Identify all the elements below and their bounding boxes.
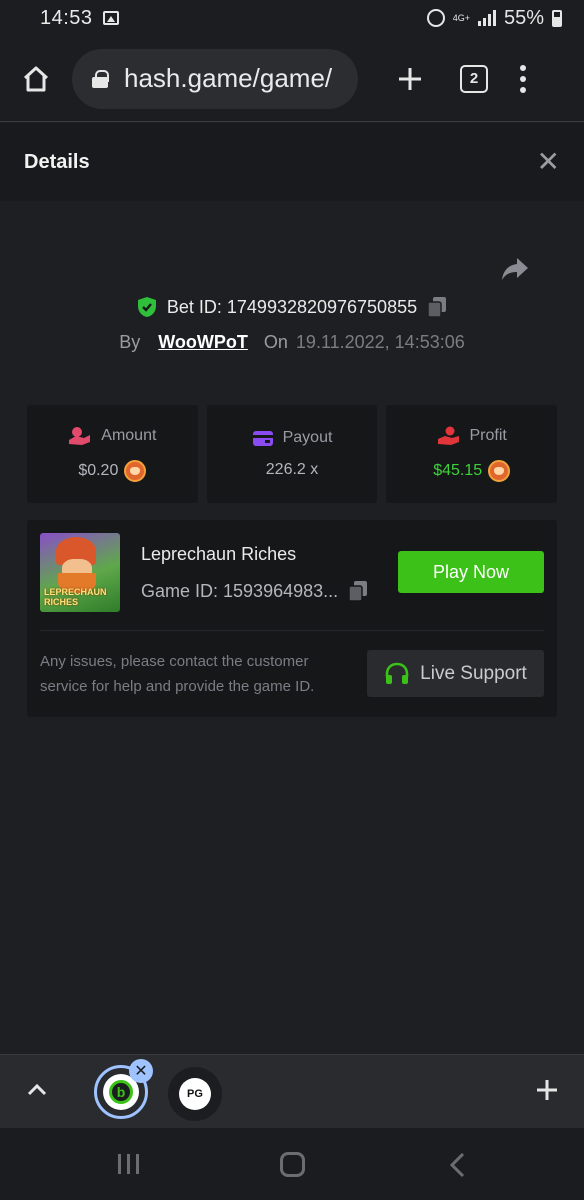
- url-text: hash.game/game/: [124, 63, 333, 93]
- stat-payout: Payout 226.2 x: [206, 405, 378, 503]
- game-name: Leprechaun Riches: [141, 544, 297, 564]
- stat-profit: Profit $45.15: [386, 405, 558, 503]
- alarm-icon: [426, 9, 445, 27]
- play-now-button[interactable]: Play Now: [398, 551, 544, 593]
- system-nav-bar: [0, 1128, 584, 1200]
- bet-id-row: Bet ID: 1749932820976750855: [0, 296, 584, 318]
- status-bar: 14:53 4G+ 55%: [0, 0, 584, 36]
- live-support-label: Live Support: [420, 662, 527, 684]
- stat-value: 226.2 x: [265, 461, 319, 478]
- copy-icon[interactable]: [348, 580, 368, 602]
- user-link[interactable]: WooWPoT: [158, 332, 248, 353]
- game-id-row: Game ID: 1593964983...: [141, 580, 368, 602]
- home-nav-icon[interactable]: [280, 1152, 305, 1177]
- pg-logo: PG: [179, 1078, 211, 1110]
- home-button[interactable]: [0, 36, 72, 122]
- menu-icon[interactable]: [520, 64, 526, 93]
- image-icon: [102, 11, 119, 25]
- copy-icon[interactable]: [427, 296, 447, 318]
- game-thumbnail[interactable]: LEPRECHAUN RICHES: [40, 533, 120, 612]
- url-bar[interactable]: hash.game/game/: [72, 48, 358, 109]
- status-right: 4G+ 55%: [426, 6, 562, 30]
- signal-icon: [477, 10, 496, 26]
- new-tab-button[interactable]: [374, 36, 446, 122]
- shib-coin-icon: [124, 460, 147, 482]
- bet-stats: Amount $0.20 Payout 226.2 x Profit $45.1…: [27, 405, 558, 503]
- close-tab-icon[interactable]: ✕: [129, 1059, 153, 1083]
- chevron-up-icon[interactable]: [26, 1079, 48, 1106]
- page-title: Details: [24, 150, 90, 173]
- stat-value: $45.15: [433, 462, 483, 479]
- thumbnail-text: LEPRECHAUN RICHES: [44, 587, 107, 607]
- wallet-icon: [252, 431, 273, 446]
- recent-apps-icon[interactable]: [118, 1154, 139, 1174]
- back-icon[interactable]: [448, 1152, 466, 1183]
- stat-label: Profit: [469, 427, 507, 444]
- bet-meta-row: By WooWPoT On 19.11.2022, 14:53:06: [0, 332, 584, 353]
- battery-icon: [552, 9, 562, 27]
- network-type: 4G+: [452, 12, 470, 23]
- battery-percent: 55%: [503, 6, 544, 29]
- home-icon: [23, 66, 49, 91]
- details-header: Details ✕: [0, 123, 584, 201]
- support-note: Any issues, please contact the customer …: [40, 653, 315, 695]
- game-card: LEPRECHAUN RICHES Leprechaun Riches Game…: [27, 520, 557, 717]
- bottom-tab-strip: b ✕ PG: [0, 1054, 584, 1128]
- game-id: Game ID: 1593964983...: [141, 580, 339, 601]
- share-icon[interactable]: [500, 256, 530, 287]
- bet-date: 19.11.2022, 14:53:06: [295, 332, 465, 352]
- stat-label: Payout: [282, 429, 333, 446]
- stat-label: Amount: [101, 427, 157, 444]
- hashgame-logo-icon: b: [109, 1080, 133, 1104]
- stat-amount: Amount $0.20: [27, 405, 198, 503]
- lock-icon: [92, 69, 109, 88]
- coin-hand-icon: [69, 427, 91, 445]
- shield-check-icon: [137, 297, 156, 317]
- on-label: On: [263, 332, 288, 352]
- tab-switcher-button[interactable]: 2: [460, 64, 488, 93]
- bet-id: Bet ID: 1749932820976750855: [166, 296, 418, 317]
- headset-icon: [385, 662, 409, 684]
- close-icon[interactable]: ✕: [537, 148, 560, 176]
- by-label: By: [119, 332, 141, 352]
- browser-toolbar: hash.game/game/ 2: [0, 36, 584, 122]
- hand-coin-icon: [437, 426, 459, 445]
- live-support-button[interactable]: Live Support: [367, 650, 544, 697]
- divider: [40, 630, 544, 631]
- plus-icon[interactable]: [534, 1077, 560, 1108]
- shib-coin-icon: [488, 460, 511, 482]
- plus-icon: [399, 67, 421, 90]
- tab-bubble-pg[interactable]: PG: [168, 1067, 222, 1121]
- stat-value: $0.20: [78, 462, 119, 479]
- status-time: 14:53: [40, 6, 93, 29]
